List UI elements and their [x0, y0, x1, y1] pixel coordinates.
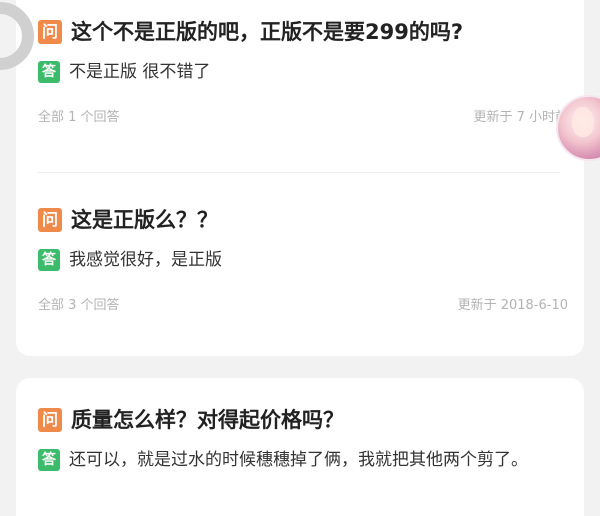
answer-badge: 答 [38, 61, 60, 83]
answer-row: 答 还可以，就是过水的时候穗穗掉了俩，我就把其他两个剪了。 [38, 446, 568, 474]
qa-card: 问 质量怎么样？对得起价格吗？ 答 还可以，就是过水的时候穗穗掉了俩，我就把其他… [16, 378, 584, 516]
qa-card: 问 这个不是正版的吧，正版不是要299的吗? 答 不是正版 很不错了 全部 1 … [16, 0, 584, 356]
updated-time: 更新于 2018-6-10 [457, 298, 568, 313]
question-text: 这是正版么？？ [71, 208, 218, 232]
question-row: 问 质量怎么样？对得起价格吗？ [38, 404, 568, 436]
qa-meta: 全部 1 个回答 更新于 7 小时前 [38, 109, 568, 127]
answer-count[interactable]: 全部 1 个回答 [38, 109, 120, 127]
qa-meta: 全部 3 个回答 更新于 2018-6-10 [38, 297, 568, 315]
answer-count[interactable]: 全部 3 个回答 [38, 297, 120, 315]
answer-text: 我感觉很好，是正版 [69, 250, 222, 270]
answer-badge: 答 [38, 249, 60, 271]
question-badge: 问 [38, 20, 62, 44]
question-row: 问 这个不是正版的吧，正版不是要299的吗? [38, 16, 568, 48]
qa-item[interactable]: 问 质量怎么样？对得起价格吗？ 答 还可以，就是过水的时候穗穗掉了俩，我就把其他… [38, 404, 568, 474]
qa-item[interactable]: 问 这是正版么？？ 答 我感觉很好，是正版 全部 3 个回答 更新于 2018-… [38, 204, 568, 315]
question-badge: 问 [38, 408, 62, 432]
qa-item[interactable]: 问 这个不是正版的吧，正版不是要299的吗? 答 不是正版 很不错了 全部 1 … [38, 16, 568, 127]
qa-page: 问 这个不是正版的吧，正版不是要299的吗? 答 不是正版 很不错了 全部 1 … [0, 0, 600, 516]
answer-row: 答 我感觉很好，是正版 [38, 246, 568, 274]
question-row: 问 这是正版么？？ [38, 204, 568, 236]
question-badge: 问 [38, 208, 62, 232]
updated-time: 更新于 7 小时前 [473, 110, 568, 125]
answer-text: 不是正版 很不错了 [69, 62, 211, 82]
answer-badge: 答 [38, 449, 60, 471]
answer-row: 答 不是正版 很不错了 [38, 58, 568, 86]
question-text: 质量怎么样？对得起价格吗？ [71, 408, 344, 432]
answer-text: 还可以，就是过水的时候穗穗掉了俩，我就把其他两个剪了。 [69, 450, 528, 470]
divider [38, 172, 560, 173]
question-text: 这个不是正版的吧，正版不是要299的吗? [71, 20, 464, 44]
